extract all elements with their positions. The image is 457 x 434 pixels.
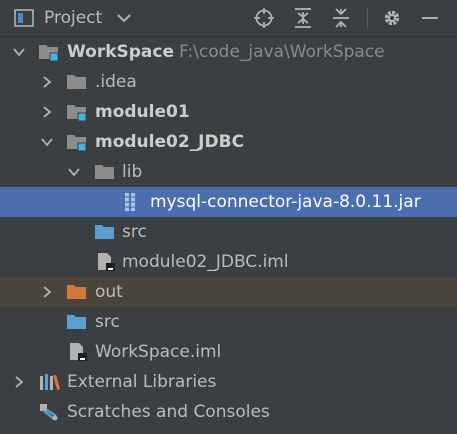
tree-node-src[interactable]: src (0, 307, 457, 337)
tree-node-module02-jdbc[interactable]: module02_JDBC (0, 127, 457, 157)
module-folder-icon (39, 45, 59, 62)
scratches-icon (40, 404, 58, 421)
toolbar-separator (367, 8, 368, 29)
tree-node-label: out (95, 282, 123, 302)
tree-node-label: Scratches and Consoles (67, 402, 270, 422)
external-libraries-icon (40, 374, 60, 390)
chevron-right-icon[interactable] (40, 285, 54, 299)
tree-node-out[interactable]: out (0, 277, 457, 307)
tree-node-path: F:\code_java\WorkSpace (179, 42, 385, 62)
tree-node-label: lib (122, 162, 143, 182)
tree-node-label: module02_JDBC.iml (122, 252, 289, 272)
module-folder-icon (67, 135, 87, 152)
tree-node-label: src (122, 222, 147, 242)
tree-node-idea[interactable]: .idea (0, 67, 457, 97)
chevron-down-icon[interactable] (12, 45, 26, 59)
tree-node-label: mysql-connector-java-8.0.11.jar (150, 192, 421, 212)
tree-node-label: External Libraries (67, 372, 217, 392)
source-folder-icon (67, 315, 86, 329)
chevron-down-icon[interactable] (117, 13, 131, 23)
tree-node-label: src (95, 312, 120, 332)
source-folder-icon (95, 225, 114, 239)
jar-library-icon (125, 193, 135, 211)
tree-node-label: module01 (95, 102, 190, 122)
chevron-right-icon[interactable] (40, 105, 54, 119)
project-tool-window-header: Project (0, 0, 457, 37)
tree-node-module01[interactable]: module01 (0, 97, 457, 127)
tree-node-label: WorkSpace (67, 42, 175, 62)
expand-all-icon[interactable] (292, 7, 314, 29)
tree-node-module02-iml[interactable]: module02_JDBC.iml (0, 247, 457, 277)
chevron-right-icon[interactable] (12, 375, 26, 389)
tree-node-workspace[interactable]: WorkSpace F:\code_java\WorkSpace (0, 37, 457, 67)
minimize-icon[interactable] (419, 7, 441, 29)
module-folder-icon (67, 105, 87, 122)
tree-node-label: .idea (95, 72, 137, 92)
collapse-all-icon[interactable] (330, 7, 352, 29)
chevron-right-icon[interactable] (40, 75, 54, 89)
project-view-title[interactable]: Project (44, 7, 102, 29)
project-view-icon (14, 9, 34, 27)
tree-node-lib[interactable]: lib (0, 157, 457, 187)
iml-file-icon (70, 343, 87, 361)
excluded-folder-icon (67, 285, 86, 299)
tree-node-label: module02_JDBC (95, 132, 245, 152)
folder-icon (95, 165, 114, 179)
tree-node-module02-src[interactable]: src (0, 217, 457, 247)
tree-node-mysql-connector-jar[interactable]: mysql-connector-java-8.0.11.jar (0, 187, 457, 217)
chevron-down-icon[interactable] (40, 135, 54, 149)
folder-icon (67, 75, 86, 89)
tree-node-label: WorkSpace.iml (95, 342, 222, 362)
iml-file-icon (98, 253, 115, 271)
tree-node-scratches-and-consoles[interactable]: Scratches and Consoles (0, 397, 457, 427)
locate-icon[interactable] (253, 7, 275, 29)
tree-node-external-libraries[interactable]: External Libraries (0, 367, 457, 397)
tree-node-workspace-iml[interactable]: WorkSpace.iml (0, 337, 457, 367)
gear-icon[interactable] (381, 7, 403, 29)
chevron-down-icon[interactable] (67, 165, 81, 179)
